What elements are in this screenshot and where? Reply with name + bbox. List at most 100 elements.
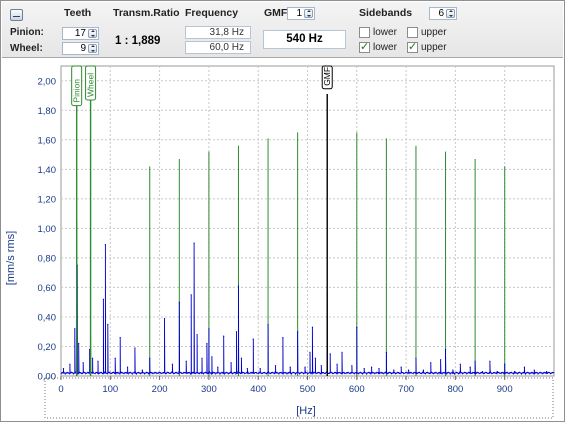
spectrum-peak-point xyxy=(149,357,151,359)
wheel-marker-label: Wheel xyxy=(86,73,96,97)
spectrum-peak-point xyxy=(107,323,109,325)
x-tick-label: 200 xyxy=(152,384,168,395)
stepper-arrows-icon[interactable] xyxy=(88,29,97,38)
gmf-stepper[interactable]: 1 xyxy=(287,7,315,20)
spectrum-peak-point xyxy=(311,326,314,328)
spectrum-peak-point xyxy=(400,366,402,368)
spectrum-peak-point xyxy=(104,244,106,246)
stepper-arrows-icon[interactable] xyxy=(88,44,97,53)
sideband-upper-label-1: upper xyxy=(421,27,447,38)
ratio-value: 1 : 1,889 xyxy=(115,35,161,47)
spectrum-peak-point xyxy=(314,357,316,359)
sideband-upper-label-2: upper xyxy=(421,42,447,53)
sidebands-stepper[interactable]: 6 xyxy=(429,7,457,20)
gmf-header: GMF xyxy=(264,7,288,19)
x-tick-label: 0 xyxy=(58,384,63,395)
spectrum-peak-point xyxy=(481,370,484,373)
y-tick-label: 0,40 xyxy=(38,312,57,323)
spectrum-peak-point xyxy=(430,362,432,364)
spectrum-peak-point xyxy=(119,337,121,339)
spectrum-peak-point xyxy=(289,366,291,368)
sideband-upper-checkbox-2[interactable] xyxy=(407,40,418,53)
spectrum-peak-point xyxy=(329,353,331,355)
wheel-teeth-value: 9 xyxy=(80,43,86,54)
stepper-arrows-icon[interactable] xyxy=(304,9,313,18)
y-tick-label: 0,60 xyxy=(38,283,57,294)
sideband-upper-checkbox-1[interactable] xyxy=(407,27,418,38)
spectrum-peak-point xyxy=(267,323,269,325)
spectrum-peak-point xyxy=(523,366,526,368)
x-tick-label: 300 xyxy=(201,384,217,395)
spectrum-peak-point xyxy=(240,357,243,359)
spectrum-peak-point xyxy=(341,351,343,353)
spectrum-peak-point xyxy=(193,242,195,244)
spectrum-peak-point xyxy=(351,365,353,367)
sideband-lower-checkbox-1[interactable] xyxy=(359,27,370,38)
x-tick-label: 100 xyxy=(102,384,118,395)
y-tick-label: 1,00 xyxy=(38,224,57,235)
spectrum-peak-point xyxy=(201,357,203,359)
wheel-label: Wheel: xyxy=(10,43,43,54)
spectrum-chart[interactable]: [Hz] [mm/s rms] 0,00 0,20 0,40 0,60 0,80 1,00… xyxy=(1,58,564,420)
spectrum-peak-point xyxy=(252,338,254,340)
spectrum-peak-point xyxy=(246,368,248,370)
spectrum-peak-point xyxy=(533,369,535,371)
y-tick-label: 1,60 xyxy=(38,135,57,146)
frequency-header: Frequency xyxy=(185,7,239,19)
spectrum-peak-point xyxy=(237,285,240,287)
plot-area xyxy=(60,65,555,377)
teeth-header: Teeth xyxy=(64,7,92,19)
sideband-lower-checkbox-2[interactable] xyxy=(359,40,370,53)
spectrum-peak-point xyxy=(546,370,548,373)
spectrum-peak-point xyxy=(452,369,454,371)
x-tick-label: 600 xyxy=(349,384,365,395)
x-tick-label: 400 xyxy=(250,384,266,395)
spectrum-peak-point xyxy=(282,337,284,339)
spectrum-peak-point xyxy=(297,331,299,333)
spectrum-peak-point xyxy=(69,363,71,365)
spectrum-peak-point xyxy=(356,326,358,328)
pinion-teeth-stepper[interactable]: 17 xyxy=(62,27,99,40)
gmf-marker-label: GMF xyxy=(322,67,332,86)
x-axis-label: [Hz] xyxy=(296,405,316,417)
spectrum-peak-point xyxy=(336,363,338,365)
spectrum-peak-point xyxy=(320,365,322,367)
spectrum-peak-point xyxy=(444,348,447,351)
spectrum-peak-point xyxy=(217,366,219,368)
spectrum-peak-point xyxy=(114,357,116,359)
pinion-marker-label: Pinion xyxy=(72,79,82,103)
spectrum-peak-point xyxy=(304,366,306,368)
spectrum-peak-point xyxy=(141,369,143,371)
y-tick-label: 1,80 xyxy=(38,106,57,117)
y-tick-label: 0,80 xyxy=(38,253,57,264)
spectrum-peak-point xyxy=(407,369,410,371)
y-tick-label: 1,20 xyxy=(38,194,57,205)
spectrum-peak-point xyxy=(259,368,261,370)
spectrum-peak-point xyxy=(378,368,380,370)
x-tick-label: 500 xyxy=(300,384,316,395)
sideband-lower-label-2: lower xyxy=(373,42,397,53)
spectrum-peak-point xyxy=(62,368,65,370)
x-tick-label: 900 xyxy=(497,384,513,395)
collapse-panel-button[interactable] xyxy=(10,9,23,21)
spectrum-peak-point xyxy=(171,363,174,365)
ratio-header: Transm.Ratio xyxy=(113,7,180,19)
x-tick-label: 700 xyxy=(398,384,414,395)
wheel-teeth-stepper[interactable]: 9 xyxy=(62,42,99,55)
stepper-arrows-icon[interactable] xyxy=(446,9,455,18)
spectrum-peak-point xyxy=(211,356,213,358)
spectrum-peak-point xyxy=(206,342,208,345)
spectrum-peak-point xyxy=(469,366,471,368)
spectrum-peak-point xyxy=(496,370,498,373)
spectrum-peak-point xyxy=(91,357,94,359)
pinion-label: Pinion: xyxy=(10,27,44,38)
spectrum-peak-point xyxy=(102,298,104,300)
spectrum-peak-point xyxy=(422,369,424,371)
spectrum-peak-point xyxy=(126,366,129,368)
spectrum-peak-point xyxy=(363,368,365,370)
wheel-frequency: 60,0 Hz xyxy=(185,41,251,54)
sidebands-stepper-value: 6 xyxy=(438,8,444,19)
x-tick-label: 800 xyxy=(447,384,463,395)
spectrum-peak-point xyxy=(459,363,461,365)
spectrum-peak-point xyxy=(504,363,506,365)
